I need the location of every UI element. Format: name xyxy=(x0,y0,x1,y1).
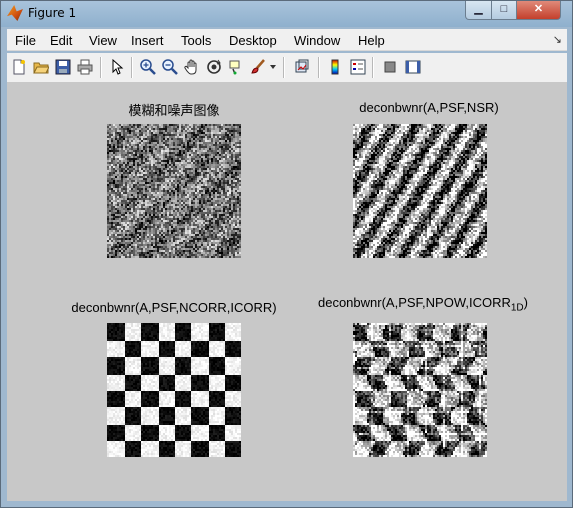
pointer-icon[interactable] xyxy=(107,57,127,77)
menu-desktop[interactable]: Desktop xyxy=(229,33,277,48)
maximize-button[interactable]: □ xyxy=(491,1,517,20)
subplot-image-bl xyxy=(107,323,241,457)
toolbar-separator xyxy=(283,57,285,78)
matlab-app-icon xyxy=(7,5,23,21)
toolbar-separator xyxy=(318,57,320,78)
window-title: Figure 1 xyxy=(28,6,77,20)
maximize-icon: □ xyxy=(500,3,508,15)
minimize-button[interactable]: ▁ xyxy=(465,1,492,20)
menu-tools[interactable]: Tools xyxy=(181,33,211,48)
close-button[interactable]: ✕ xyxy=(516,1,561,20)
subplot-title-tr: deconbwnr(A,PSF,NSR) xyxy=(359,100,499,115)
zoom-in-icon[interactable] xyxy=(138,57,158,77)
new-file-icon[interactable] xyxy=(9,57,29,77)
subplot-title-br-main: deconbwnr(A,PSF,NPOW,ICORR xyxy=(317,295,511,310)
hide-plot-tools-icon[interactable] xyxy=(380,57,400,77)
title-bar[interactable]: Figure 1 ▁ □ ✕ xyxy=(1,1,572,27)
menu-bar: File Edit View Insert Tools Desktop Wind… xyxy=(7,29,567,51)
menu-view[interactable]: View xyxy=(89,33,117,48)
subplot-image-tr xyxy=(353,124,487,258)
toolbar-separator xyxy=(372,57,374,78)
subplot-title-bl: deconbwnr(A,PSF,NCORR,ICORR) xyxy=(71,300,277,315)
nsr-restored-image xyxy=(353,124,487,258)
menu-file[interactable]: File xyxy=(15,33,36,48)
figure-toolbar xyxy=(7,53,567,83)
noisy-blurred-image xyxy=(107,124,241,258)
ncorr-restored-image xyxy=(107,323,241,457)
menu-edit[interactable]: Edit xyxy=(50,33,72,48)
rotate-3d-icon[interactable] xyxy=(204,57,224,77)
minimize-icon: ▁ xyxy=(474,3,483,15)
menu-window[interactable]: Window xyxy=(294,33,340,48)
toolbar-separator xyxy=(100,57,102,78)
subplot-image-tl xyxy=(107,124,241,258)
zoom-out-icon[interactable] xyxy=(160,57,180,77)
subplot-title-br: deconbwnr(A,PSF,NPOW,ICORR1D) xyxy=(303,295,543,314)
close-icon: ✕ xyxy=(533,3,544,15)
figure-window: Figure 1 ▁ □ ✕ File Edit View Insert Too… xyxy=(0,0,573,508)
menu-dock-arrow-icon[interactable]: ↘ xyxy=(553,33,562,46)
subplot-image-br xyxy=(353,323,487,457)
colorbar-icon[interactable] xyxy=(325,57,345,77)
print-icon[interactable] xyxy=(75,57,95,77)
pan-hand-icon[interactable] xyxy=(182,57,202,77)
save-icon[interactable] xyxy=(53,57,73,77)
data-cursor-icon[interactable] xyxy=(226,57,246,77)
legend-icon[interactable] xyxy=(348,57,368,77)
toolbar-separator xyxy=(131,57,133,78)
open-folder-icon[interactable] xyxy=(31,57,51,77)
figure-canvas[interactable]: 模糊和噪声图像 deconbwnr(A,PSF,NSR) deconbwnr(A… xyxy=(7,83,567,501)
brush-icon[interactable] xyxy=(248,57,268,77)
menu-help[interactable]: Help xyxy=(358,33,385,48)
dropdown-arrow-icon[interactable] xyxy=(268,57,278,77)
show-plot-tools-icon[interactable] xyxy=(403,57,423,77)
link-plot-icon[interactable] xyxy=(292,57,312,77)
subplot-title-br-suffix: ) xyxy=(523,295,529,310)
subplot-title-tl: 模糊和噪声图像 xyxy=(128,103,220,118)
subplot-title-br-subscript: 1D xyxy=(510,302,524,314)
npow-restored-image xyxy=(353,323,487,457)
menu-insert[interactable]: Insert xyxy=(131,33,164,48)
